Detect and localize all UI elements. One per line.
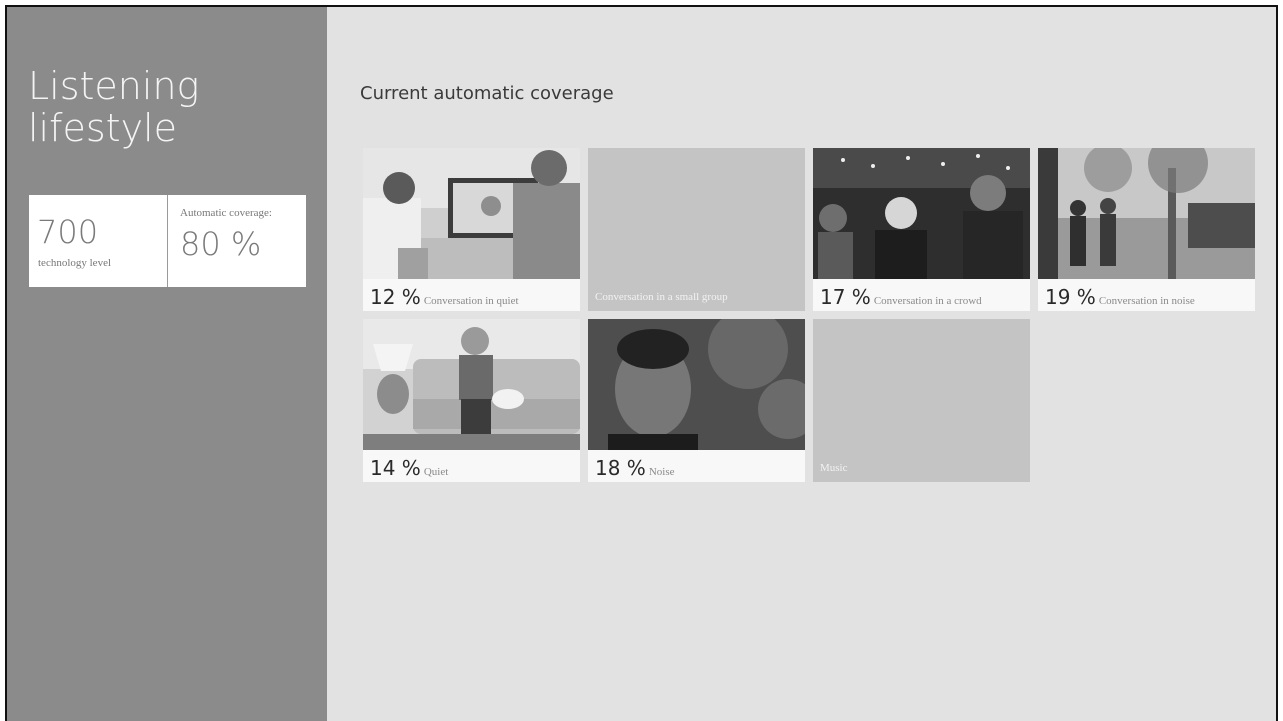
tile-label: Conversation in quiet	[423, 295, 519, 307]
coverage-tile-grid: 12 % Conversation in quiet Conversation i…	[363, 148, 1255, 482]
tile-conversation-in-quiet[interactable]: 12 % Conversation in quiet	[363, 148, 580, 311]
tile-caption: Music	[813, 450, 1030, 482]
tile-caption: 17 % Conversation in a crowd	[813, 279, 1030, 311]
street-photo	[1038, 148, 1255, 279]
tile-label: Conversation in noise	[1098, 295, 1195, 307]
tile-label: Conversation in a small group	[595, 291, 728, 303]
section-heading: Current automatic coverage	[360, 83, 614, 104]
tile-conversation-in-a-small-group[interactable]: Conversation in a small group	[588, 148, 805, 311]
tile-caption: 12 % Conversation in quiet	[363, 279, 580, 311]
living-room-photo	[363, 319, 580, 450]
technology-level-value: 700	[37, 213, 99, 251]
stats-card: 700 technology level Automatic coverage:…	[29, 195, 306, 287]
page-title: Listening lifestyle	[28, 65, 308, 149]
automatic-coverage-stat: Automatic coverage: 80 %	[167, 195, 306, 287]
tile-label: Noise	[648, 466, 675, 478]
tile-label: Conversation in a crowd	[873, 295, 982, 307]
tile-noise[interactable]: 18 % Noise	[588, 319, 805, 482]
tile-music[interactable]: Music	[813, 319, 1030, 482]
automatic-coverage-label: Automatic coverage:	[180, 207, 272, 219]
tile-caption: 18 % Noise	[588, 450, 805, 482]
tile-conversation-in-noise[interactable]: 19 % Conversation in noise	[1038, 148, 1255, 311]
tile-caption: 19 % Conversation in noise	[1038, 279, 1255, 311]
tile-percent: 14 %	[370, 456, 421, 480]
tile-percent: 12 %	[370, 285, 421, 309]
technology-level-stat: 700 technology level	[29, 195, 167, 287]
office-conversation-photo	[363, 148, 580, 279]
crowd-photo	[813, 148, 1030, 279]
tile-label: Music	[820, 462, 848, 474]
portrait-photo	[588, 319, 805, 450]
app-window: Listening lifestyle 700 technology level…	[5, 5, 1278, 721]
tile-percent: 19 %	[1045, 285, 1096, 309]
tile-label: Quiet	[423, 466, 449, 478]
tile-caption: 14 % Quiet	[363, 450, 580, 482]
tile-percent: 17 %	[820, 285, 871, 309]
title-line-1: Listening	[28, 64, 200, 108]
title-line-2: lifestyle	[28, 106, 177, 150]
tile-percent: 18 %	[595, 456, 646, 480]
tile-quiet[interactable]: 14 % Quiet	[363, 319, 580, 482]
technology-level-label: technology level	[38, 257, 112, 269]
tile-conversation-in-a-crowd[interactable]: 17 % Conversation in a crowd	[813, 148, 1030, 311]
tile-caption: Conversation in a small group	[588, 279, 805, 311]
sidebar: Listening lifestyle 700 technology level…	[7, 7, 327, 721]
automatic-coverage-value: 80 %	[180, 225, 262, 263]
